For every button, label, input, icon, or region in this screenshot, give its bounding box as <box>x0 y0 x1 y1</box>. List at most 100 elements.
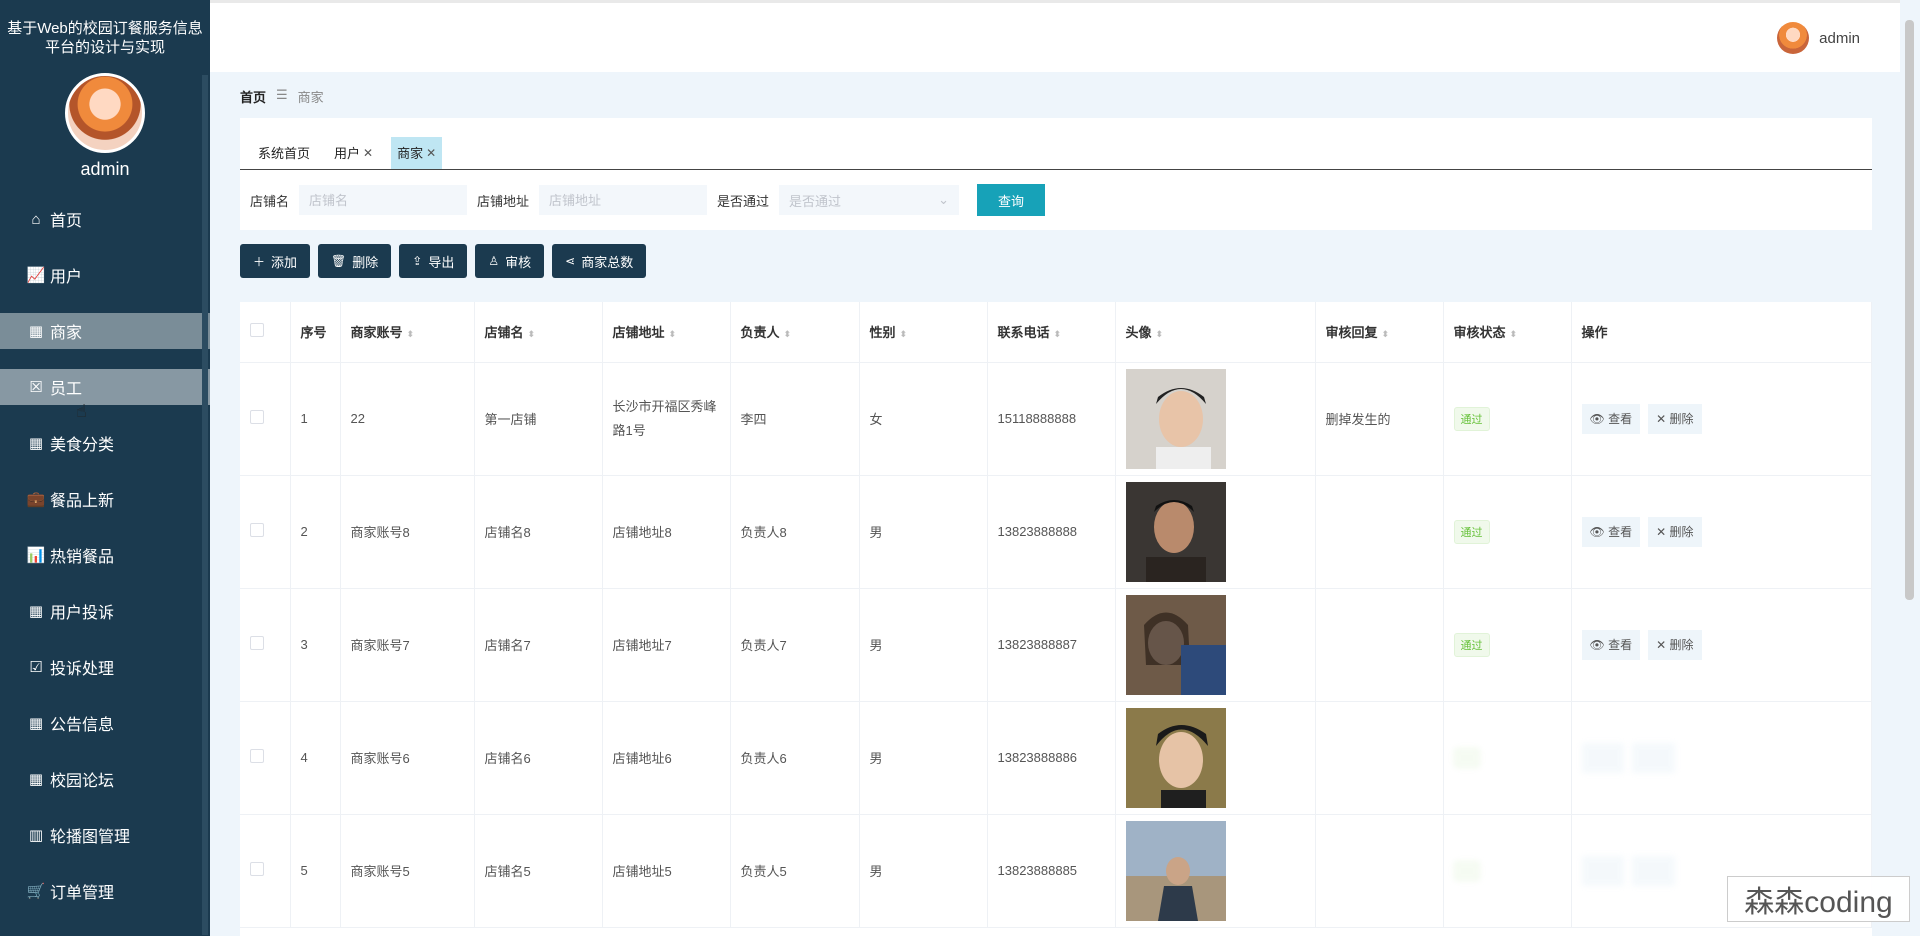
cell-no: 3 <box>290 588 341 702</box>
view-button[interactable]: 👁 查看 <box>1581 403 1641 434</box>
cell-status: 通过 <box>1443 475 1572 589</box>
avatar-photo[interactable] <box>1125 368 1226 469</box>
tab-label: 用户 <box>334 146 361 161</box>
row-delete-button[interactable] <box>1632 742 1675 773</box>
col-no: 序号 <box>290 302 341 363</box>
view-button[interactable]: 👁 查看 <box>1581 516 1641 547</box>
user-menu[interactable]: admin <box>1777 22 1860 54</box>
cell-avatar <box>1115 814 1316 928</box>
avatar-photo[interactable] <box>1125 707 1226 808</box>
cell-no: 1 <box>290 362 341 476</box>
col-reply[interactable]: 审核回复 ⬍ <box>1315 302 1444 363</box>
avatar-photo[interactable] <box>1125 594 1226 695</box>
row-delete-button[interactable]: ✕ 删除 <box>1648 403 1702 434</box>
export-button-label: 导出 <box>428 254 455 270</box>
review-button[interactable]: ♙ 审核 <box>475 244 545 278</box>
table-row: 3 商家账号7 店铺名7 店铺地址7 负责人7 男 13823888887 通过… <box>240 588 1872 702</box>
mouse-cursor-icon: ☝ <box>76 401 87 421</box>
breadcrumb-home[interactable]: 首页 <box>240 87 266 106</box>
col-phone[interactable]: 联系电话 ⬍ <box>987 302 1116 363</box>
tab-users[interactable]: 用户 ✕ <box>328 137 379 169</box>
search-card: 系统首页 用户✕ 商家✕ 店铺名 店铺地址 是否通过 是否通过 ⌄ 查询 <box>240 118 1872 230</box>
select-all-checkbox[interactable] <box>250 323 264 338</box>
cell-owner: 负责人5 <box>730 814 860 928</box>
row-checkbox[interactable] <box>250 862 264 876</box>
view-button[interactable]: 👁 查看 <box>1581 629 1641 660</box>
tab-home[interactable]: 系统首页 <box>252 137 316 169</box>
close-icon[interactable]: ✕ <box>426 146 436 160</box>
sidebar-item-complaints[interactable]: ▦ 用户投诉 <box>0 593 210 629</box>
status-badge <box>1453 747 1480 768</box>
col-owner[interactable]: 负责人 ⬍ <box>730 302 860 363</box>
sidebar-scrollbar[interactable] <box>202 75 208 935</box>
sidebar-item-orders[interactable]: 🛒 订单管理 <box>0 873 210 909</box>
sidebar-item-forum[interactable]: ▦ 校园论坛 <box>0 761 210 797</box>
avatar-photo[interactable] <box>1125 481 1226 582</box>
address-input[interactable] <box>539 185 708 215</box>
sidebar-item-users[interactable]: 📈 用户 <box>0 257 210 293</box>
view-button[interactable] <box>1581 855 1625 886</box>
home-icon: ⌂ <box>31 210 41 228</box>
query-button[interactable]: 查询 <box>977 184 1046 216</box>
sidebar-item-complaint-handling[interactable]: ☑ 投诉处理 <box>0 649 210 685</box>
cell-status: 通过 <box>1443 588 1572 702</box>
search-form: 店铺名 店铺地址 是否通过 是否通过 ⌄ 查询 <box>240 170 1872 230</box>
app-title: 基于Web的校园订餐服务信息平台的设计与实现 <box>7 20 203 56</box>
row-checkbox[interactable] <box>250 636 264 650</box>
shop-name-input[interactable] <box>299 185 468 215</box>
sidebar-item-merchants[interactable]: ▦ 商家 <box>0 313 210 349</box>
row-checkbox[interactable] <box>250 749 264 763</box>
sidebar: 基于Web的校园订餐服务信息平台的设计与实现 admin ⌂ 首页 📈 用户 ▦ 商家… <box>0 0 210 936</box>
table-row: 2 商家账号8 店铺名8 店铺地址8 负责人8 男 13823888888 通过… <box>240 475 1872 589</box>
cell-address: 店铺地址8 <box>602 475 731 589</box>
row-checkbox[interactable] <box>250 410 264 424</box>
cell-owner: 负责人6 <box>730 701 860 815</box>
sidebar-item-hot-dishes[interactable]: 📊 热销餐品 <box>0 537 210 573</box>
sidebar-item-home[interactable]: ⌂ 首页 <box>0 201 210 237</box>
col-gender[interactable]: 性别 ⬍ <box>859 302 988 363</box>
col-status[interactable]: 审核状态 ⬍ <box>1443 302 1572 363</box>
sidebar-item-food-category[interactable]: ▦ 美食分类 <box>0 425 210 461</box>
add-button[interactable]: ＋ 添加 <box>240 244 311 278</box>
sidebar-item-announcements[interactable]: ▦ 公告信息 <box>0 705 210 741</box>
cell-avatar <box>1115 475 1316 589</box>
cell-address: 店铺地址6 <box>602 701 731 815</box>
shop-name-label: 店铺名 <box>250 193 290 209</box>
col-avatar[interactable]: 头像 ⬍ <box>1115 302 1316 363</box>
tab-merchants[interactable]: 商家 ✕ <box>391 137 443 169</box>
close-icon[interactable]: ✕ <box>363 146 373 160</box>
page-scrollbar[interactable] <box>1905 20 1914 600</box>
approved-label: 是否通过 <box>717 193 770 209</box>
row-delete-button[interactable] <box>1632 855 1675 886</box>
sidebar-item-new-dishes[interactable]: 💼 餐品上新 <box>0 481 210 517</box>
breadcrumb: 首页 ☰ 商家 <box>240 87 324 106</box>
grid-icon: ▦ <box>28 715 44 732</box>
book-icon: ▥ <box>28 827 44 844</box>
sidebar-item-staff[interactable]: ☒ 员工 <box>0 369 210 405</box>
avatar <box>65 73 145 153</box>
col-shop[interactable]: 店铺名 ⬍ <box>474 302 603 363</box>
grid-icon: ▦ <box>28 323 44 340</box>
sidebar-item-carousel[interactable]: ▥ 轮播图管理 <box>0 817 210 853</box>
row-checkbox[interactable] <box>250 523 264 537</box>
avatar-photo[interactable] <box>1125 820 1226 921</box>
cell-phone: 13823888885 <box>987 814 1116 928</box>
clipboard-icon: ☒ <box>29 379 43 396</box>
view-button[interactable] <box>1581 742 1625 773</box>
sidebar-item-label: 商家 <box>50 325 83 342</box>
approved-select[interactable]: 是否通过 ⌄ <box>779 185 960 215</box>
col-address[interactable]: 店铺地址 ⬍ <box>602 302 731 363</box>
row-delete-button[interactable]: ✕ 删除 <box>1648 516 1702 547</box>
chart-icon: 📈 <box>26 267 46 284</box>
cell-shop: 店铺名8 <box>474 475 603 589</box>
tab-label: 系统首页 <box>258 146 311 161</box>
export-button[interactable]: ⇪ 导出 <box>399 244 468 278</box>
total-button[interactable]: ⋖ 商家总数 <box>552 244 647 278</box>
col-account[interactable]: 商家账号 ⬍ <box>340 302 475 363</box>
delete-button-label: 删除 <box>352 254 379 270</box>
cell-shop: 店铺名5 <box>474 814 603 928</box>
bar-chart-icon: 📊 <box>26 547 46 564</box>
row-delete-button[interactable]: ✕ 删除 <box>1648 629 1702 660</box>
delete-button[interactable]: 🗑 删除 <box>318 244 392 278</box>
cell-phone: 15118888888 <box>987 362 1116 476</box>
